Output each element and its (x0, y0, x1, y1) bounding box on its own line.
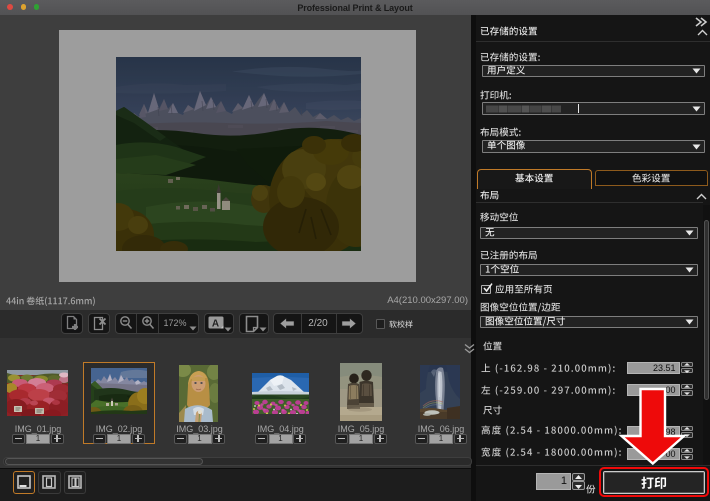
svg-text:A: A (212, 319, 219, 330)
